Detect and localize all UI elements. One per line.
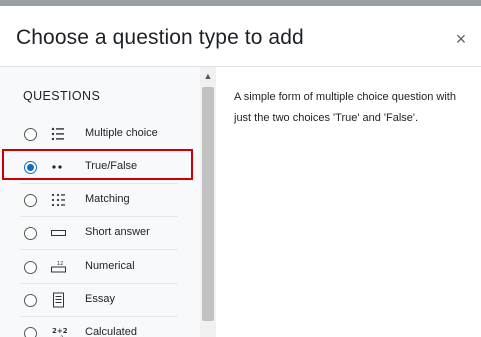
question-type-multiple-choice[interactable]: Multiple choice <box>20 118 178 151</box>
question-type-essay[interactable]: Essay <box>20 284 178 317</box>
two-dots-icon <box>52 165 62 169</box>
question-type-true-false[interactable]: True/False <box>20 151 178 184</box>
question-type-label: Numerical <box>85 260 135 272</box>
document-icon <box>53 292 64 308</box>
numerical-icon: 12 <box>51 261 66 273</box>
question-type-label: Essay <box>85 293 115 305</box>
radio-button[interactable] <box>24 128 37 141</box>
question-type-matching[interactable]: Matching <box>20 184 178 217</box>
question-type-label: True/False <box>85 160 138 172</box>
grid-dots-icon <box>51 193 65 207</box>
calculator-icon: 2+2 =? <box>52 327 68 337</box>
question-type-label: Short answer <box>85 226 150 238</box>
radio-button[interactable] <box>24 294 37 307</box>
question-type-label: Calculated <box>85 326 137 337</box>
question-type-list: QUESTIONS Multiple choice True/False Mat… <box>0 67 200 337</box>
radio-button[interactable] <box>24 261 37 274</box>
close-icon[interactable]: × <box>452 30 470 48</box>
svg-text:12: 12 <box>57 261 63 267</box>
list-icon <box>51 127 64 141</box>
svg-text:2+2: 2+2 <box>52 327 68 335</box>
question-type-short-answer[interactable]: Short answer <box>20 217 178 250</box>
radio-button[interactable] <box>24 194 37 207</box>
scroll-up-arrow-icon[interactable]: ▲ <box>203 71 213 81</box>
section-label: QUESTIONS <box>23 89 101 103</box>
question-type-numerical[interactable]: 12 Numerical <box>20 251 178 284</box>
question-type-label: Multiple choice <box>85 127 158 139</box>
list-scrollbar[interactable]: ▲ <box>200 67 216 337</box>
dialog-header: Choose a question type to add × <box>0 6 481 67</box>
input-box-icon <box>51 230 66 236</box>
question-type-label: Matching <box>85 193 130 205</box>
dialog-title: Choose a question type to add <box>16 26 304 49</box>
question-type-description: A simple form of multiple choice questio… <box>234 91 456 124</box>
radio-button[interactable] <box>24 327 37 337</box>
scroll-thumb[interactable] <box>202 87 214 321</box>
radio-button[interactable] <box>24 161 37 174</box>
question-type-calculated[interactable]: 2+2 =? Calculated <box>20 317 178 337</box>
radio-button[interactable] <box>24 227 37 240</box>
